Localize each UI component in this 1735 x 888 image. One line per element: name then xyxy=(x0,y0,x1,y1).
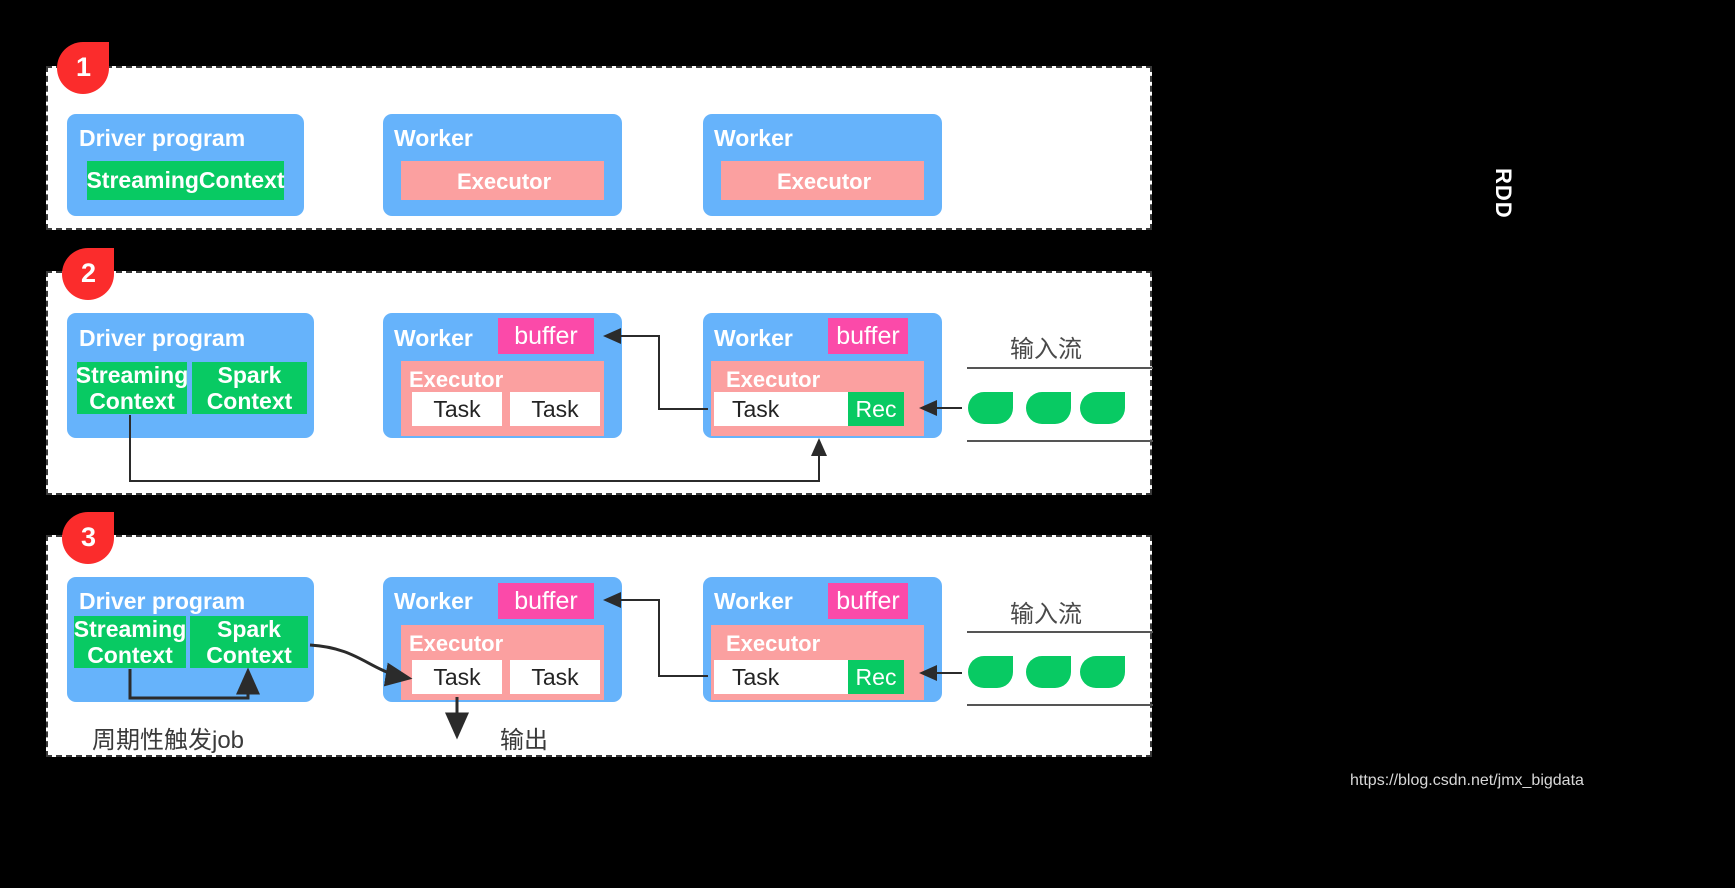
p3-worker-right-buffer: buffer xyxy=(828,583,908,619)
p1-worker-2-title: Worker xyxy=(714,125,793,151)
p3-worker-left-executor-label: Executor xyxy=(409,631,504,656)
p3-streaming-context-line2: Context xyxy=(87,642,173,668)
p2-worker-right-buffer: buffer xyxy=(828,318,908,354)
p2-stream-line-top xyxy=(967,367,1153,369)
panel-1-badge: 1 xyxy=(57,42,109,94)
p2-stream-line-bottom xyxy=(967,440,1153,442)
p3-spark-context-line1: Spark xyxy=(217,615,281,642)
p2-worker-right-title: Worker xyxy=(714,325,793,351)
p2-input-stream-label: 输入流 xyxy=(1010,336,1082,363)
p3-worker-right-executor-label: Executor xyxy=(726,631,821,656)
panel-2-number: 2 xyxy=(80,258,96,289)
p2-worker-left-executor-label: Executor xyxy=(409,367,504,392)
p1-driver-title: Driver program xyxy=(79,125,246,151)
p3-driver-title: Driver program xyxy=(79,588,246,614)
p3-input-stream-label: 输入流 xyxy=(1010,601,1082,628)
p2-spark-context-line1: Spark xyxy=(217,361,282,388)
p3-worker-left-task-2: Task xyxy=(510,660,600,694)
p2-worker-left-task-2: Task xyxy=(510,392,600,426)
p3-stream-leaf-3 xyxy=(1080,656,1125,688)
p2-streaming-context: Streaming Context xyxy=(75,361,189,414)
p3-spark-context-line2: Context xyxy=(206,642,292,668)
p3-streaming-context: Streaming Context xyxy=(74,616,186,668)
p2-stream-leaf-3 xyxy=(1080,392,1125,424)
p2-stream-leaf-2 xyxy=(1026,392,1071,424)
watermark: https://blog.csdn.net/jmx_bigdata xyxy=(1350,772,1584,789)
p2-worker-right-rec: Rec xyxy=(848,392,904,426)
p3-worker-right-task-1: Task xyxy=(714,660,848,694)
p1-worker-2-executor-label: Executor xyxy=(777,169,872,194)
p1-worker-1-title: Worker xyxy=(394,125,473,151)
panel-1-number: 1 xyxy=(75,52,91,83)
p3-stream-line-bottom xyxy=(967,704,1153,706)
p2-worker-right-executor-label: Executor xyxy=(726,367,821,392)
p2-spark-context: Spark Context xyxy=(192,362,307,414)
p2-worker-right-task-1: Task xyxy=(714,392,848,426)
p3-worker-left-task-1: Task xyxy=(412,660,502,694)
panel-2-badge: 2 xyxy=(62,248,114,300)
p2-streaming-context-line2: Context xyxy=(89,388,175,414)
p3-worker-left-title: Worker xyxy=(394,588,473,614)
p3-worker-left-buffer: buffer xyxy=(498,583,594,619)
p3-streaming-context-line1: Streaming xyxy=(73,615,187,642)
p3-stream-leaf-1 xyxy=(968,656,1013,688)
p3-stream-leaf-2 xyxy=(1026,656,1071,688)
p2-worker-left-task-1: Task xyxy=(412,392,502,426)
rdd-label: RDD xyxy=(1491,168,1516,219)
panel-3-number: 3 xyxy=(80,522,96,553)
p3-spark-context: Spark Context xyxy=(190,616,308,668)
p2-spark-context-line2: Context xyxy=(206,388,293,414)
p3-worker-right-rec: Rec xyxy=(848,660,904,694)
p3-periodic-job-label: 周期性触发job xyxy=(92,727,245,754)
p1-streamingcontext: StreamingContext xyxy=(86,161,285,200)
p3-worker-right-title: Worker xyxy=(714,588,793,614)
p3-output-label: 输出 xyxy=(500,727,548,754)
p2-stream-leaf-1 xyxy=(968,392,1013,424)
panel-3-badge: 3 xyxy=(62,512,114,564)
p2-streaming-context-line1: Streaming xyxy=(75,361,189,388)
p2-worker-left-title: Worker xyxy=(394,325,473,351)
p2-driver-title: Driver program xyxy=(79,325,246,351)
p1-worker-1-executor-label: Executor xyxy=(457,169,552,194)
p3-stream-line-top xyxy=(967,631,1153,633)
p2-worker-left-buffer: buffer xyxy=(498,318,594,354)
diagram-canvas: 1 Driver program StreamingContext Worker… xyxy=(0,0,1735,888)
